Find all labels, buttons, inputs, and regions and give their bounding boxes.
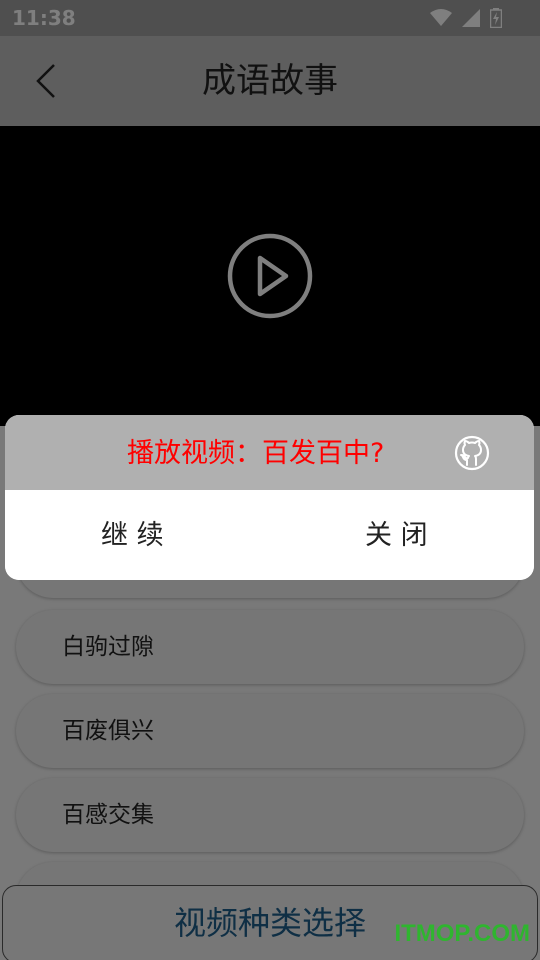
screen: 11:38 成语故事 bbox=[0, 0, 540, 960]
watermark: ITMOP.COM bbox=[394, 920, 530, 947]
dialog-body: 继 续 关 闭 bbox=[5, 490, 534, 580]
dialog-header: 播放视频：百发百中? bbox=[5, 415, 534, 490]
close-button[interactable]: 关 闭 bbox=[365, 490, 428, 580]
github-icon bbox=[454, 435, 490, 471]
play-video-dialog: 播放视频：百发百中? 继 续 关 闭 bbox=[5, 415, 534, 580]
continue-button[interactable]: 继 续 bbox=[101, 490, 164, 580]
dialog-title: 播放视频：百发百中? bbox=[127, 438, 385, 469]
